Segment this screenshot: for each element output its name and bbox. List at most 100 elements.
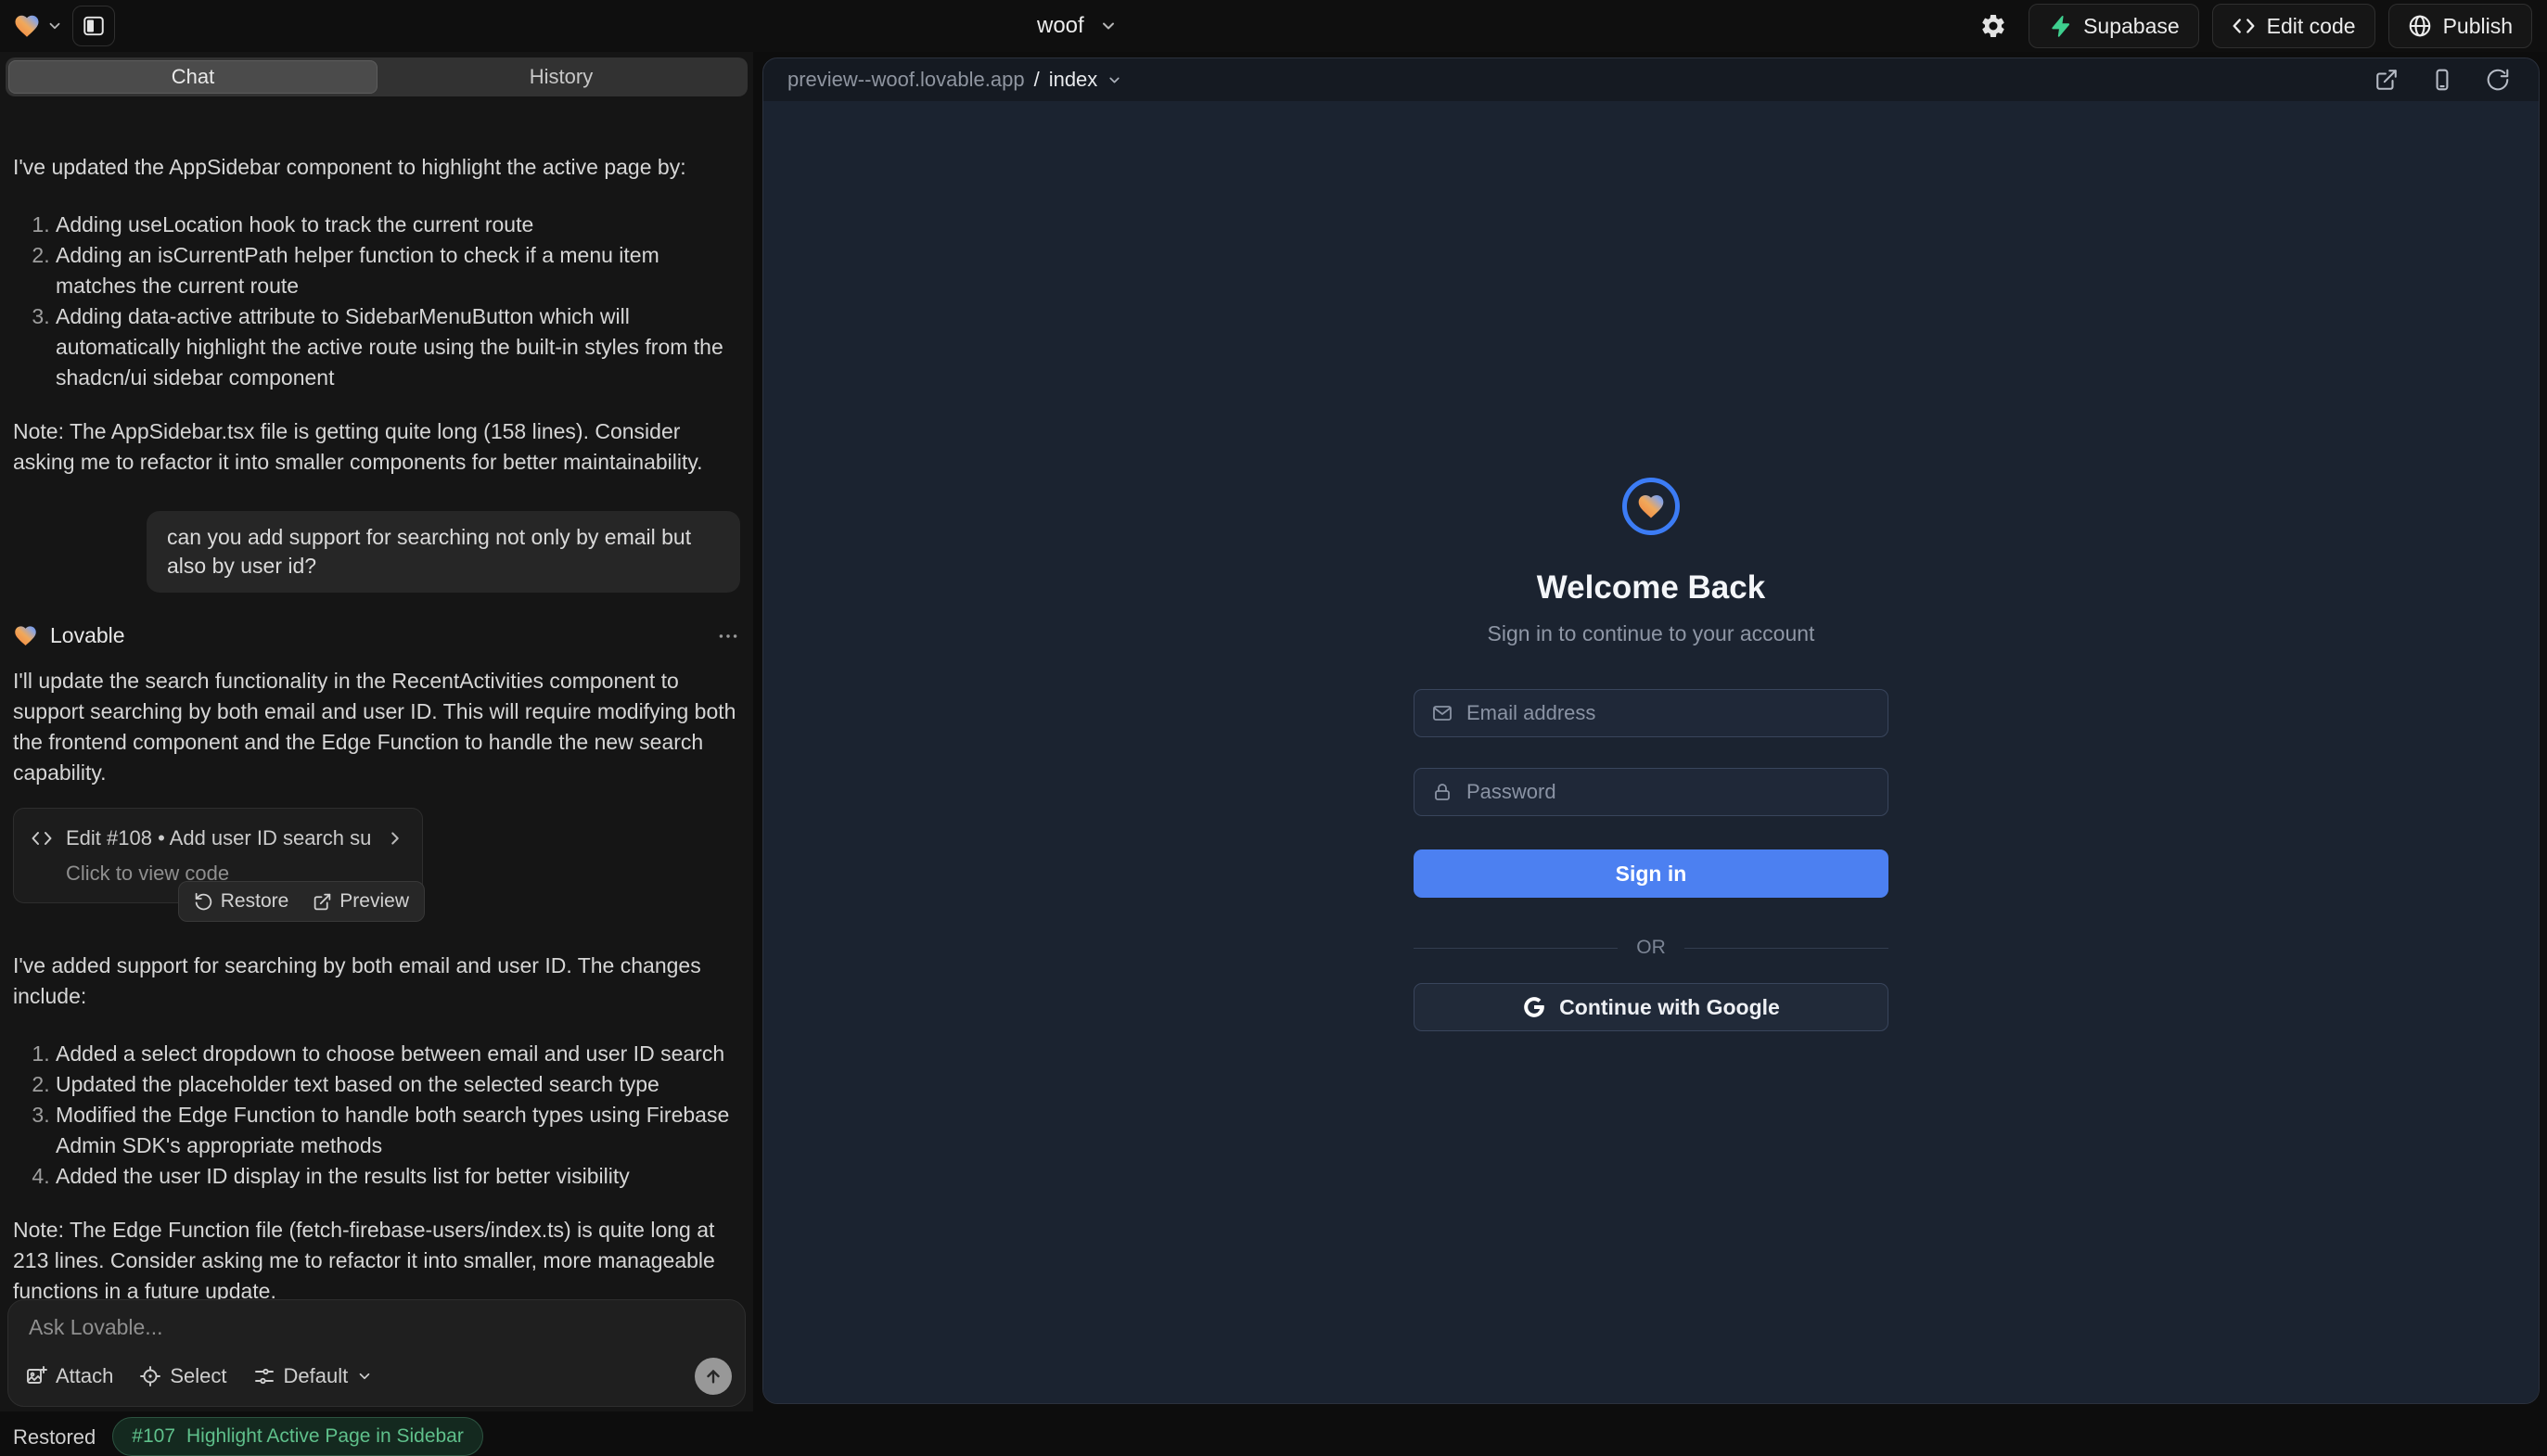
mobile-icon	[2430, 68, 2454, 92]
lovable-logo-menu-button[interactable]	[13, 12, 63, 40]
preview-header: preview--woof.lovable.app / index	[763, 58, 2539, 101]
publish-button[interactable]: Publish	[2388, 4, 2532, 48]
chevron-down-icon	[1107, 72, 1122, 88]
supabase-icon	[2048, 14, 2072, 38]
assistant-header: Lovable	[13, 620, 740, 651]
mode-selector-label: Default	[284, 1364, 349, 1388]
attach-button-label: Attach	[56, 1364, 113, 1388]
composer: Attach Select Default	[7, 1299, 746, 1407]
lovable-heart-icon	[13, 623, 38, 648]
attach-button[interactable]: Attach	[25, 1364, 113, 1388]
refresh-button[interactable]	[2481, 63, 2515, 96]
project-title: woof	[1037, 13, 1084, 39]
open-in-new-tab-button[interactable]	[2370, 63, 2403, 96]
restored-version-badge[interactable]: #107 Highlight Active Page in Sidebar	[112, 1417, 483, 1456]
chat-message-list: I've updated the AppSidebar component to…	[13, 147, 740, 1296]
restore-button[interactable]: Restore	[194, 890, 289, 913]
code-icon	[31, 827, 53, 849]
assistant-note: Note: The AppSidebar.tsx file is getting…	[13, 416, 740, 478]
email-field-wrap	[1414, 689, 1888, 737]
send-button[interactable]	[695, 1358, 732, 1395]
refresh-icon	[2486, 68, 2510, 92]
select-element-button[interactable]: Select	[139, 1364, 226, 1388]
preview-url-dropdown[interactable]: preview--woof.lovable.app / index	[787, 68, 1122, 92]
tab-history[interactable]: History	[378, 60, 745, 94]
restored-label: Restored	[13, 1422, 96, 1452]
restored-version-title: Highlight Active Page in Sidebar	[186, 1425, 464, 1448]
assistant-ordered-list: Added a select dropdown to choose betwee…	[13, 1039, 740, 1192]
code-icon	[2232, 14, 2256, 38]
globe-icon	[2408, 14, 2432, 38]
list-item: Added the user ID display in the results…	[56, 1161, 740, 1192]
signin-card: Welcome Back Sign in to continue to your…	[1414, 101, 1888, 1031]
app-logo	[1622, 478, 1680, 535]
publish-button-label: Publish	[2443, 14, 2513, 39]
message-options-button[interactable]	[716, 624, 740, 648]
chevron-down-icon	[356, 1368, 373, 1385]
list-item: Added a select dropdown to choose betwee…	[56, 1039, 740, 1069]
restore-icon	[194, 892, 213, 912]
sidebar-toggle-icon	[82, 14, 106, 38]
lovable-heart-icon	[13, 12, 41, 40]
or-divider: OR	[1414, 937, 1888, 959]
google-signin-button[interactable]: Continue with Google	[1414, 983, 1888, 1031]
attach-icon	[25, 1365, 47, 1387]
list-item: Modified the Edge Function to handle bot…	[56, 1100, 740, 1161]
divider-line	[1684, 948, 1888, 949]
preview-url-separator: /	[1034, 68, 1040, 92]
edit-card-title: Edit #108 • Add user ID search supp...	[66, 823, 372, 853]
supabase-button-label: Supabase	[2083, 14, 2180, 39]
signin-subtitle: Sign in to continue to your account	[1488, 621, 1815, 646]
password-field[interactable]	[1466, 780, 1871, 804]
dots-horizontal-icon	[716, 624, 740, 648]
chat-panel: Chat History I've updated the AppSidebar…	[0, 52, 753, 1411]
password-field-wrap	[1414, 768, 1888, 816]
edit-code-button[interactable]: Edit code	[2212, 4, 2375, 48]
gear-icon	[1979, 12, 2007, 40]
divider-line	[1414, 948, 1618, 949]
chevron-right-icon	[385, 828, 405, 849]
preview-button-label: Preview	[339, 890, 409, 913]
signin-button[interactable]: Sign in	[1414, 849, 1888, 898]
mode-selector-button[interactable]: Default	[253, 1364, 374, 1388]
arrow-up-icon	[703, 1366, 723, 1386]
restored-row: Restored #107 Highlight Active Page in S…	[13, 1417, 740, 1456]
project-title-dropdown[interactable]: woof	[1037, 0, 1118, 52]
lock-icon	[1431, 781, 1453, 803]
settings-button[interactable]	[1971, 4, 2016, 48]
sliders-icon	[253, 1365, 275, 1387]
mail-icon	[1431, 702, 1453, 724]
restored-version-id: #107	[132, 1425, 175, 1448]
edit-card-container: Edit #108 • Add user ID search supp... C…	[13, 808, 423, 903]
google-icon	[1522, 995, 1546, 1019]
top-bar: woof Supabase Edit code Publish	[0, 0, 2547, 52]
mobile-view-button[interactable]	[2425, 63, 2459, 96]
chat-input[interactable]	[29, 1315, 724, 1356]
preview-button[interactable]: Preview	[313, 890, 409, 913]
user-message-bubble: can you add support for searching not on…	[147, 511, 740, 593]
list-item: Adding useLocation hook to track the cur…	[56, 210, 740, 240]
edit-code-button-label: Edit code	[2267, 14, 2356, 39]
restore-button-label: Restore	[221, 890, 289, 913]
assistant-paragraph: I've added support for searching by both…	[13, 951, 740, 1012]
supabase-button[interactable]: Supabase	[2029, 4, 2199, 48]
list-item: Adding an isCurrentPath helper function …	[56, 240, 740, 301]
preview-panel: preview--woof.lovable.app / index	[762, 57, 2540, 1404]
assistant-paragraph: I'll update the search functionality in …	[13, 666, 740, 788]
assistant-paragraph: I've updated the AppSidebar component to…	[13, 152, 740, 183]
or-divider-label: OR	[1636, 937, 1666, 959]
select-button-label: Select	[170, 1364, 226, 1388]
chat-history-tabs: Chat History	[6, 57, 748, 96]
list-item: Updated the placeholder text based on th…	[56, 1069, 740, 1100]
edit-card-actions: Restore Preview	[178, 881, 425, 922]
google-signin-label: Continue with Google	[1559, 995, 1780, 1020]
sidebar-toggle-button[interactable]	[72, 6, 115, 46]
tab-chat[interactable]: Chat	[8, 60, 378, 94]
chevron-down-icon	[46, 18, 63, 34]
chevron-down-icon	[1099, 17, 1118, 35]
external-link-icon	[313, 892, 332, 912]
assistant-name: Lovable	[50, 620, 125, 651]
assistant-note: Note: The Edge Function file (fetch-fire…	[13, 1215, 740, 1307]
email-field[interactable]	[1466, 701, 1871, 725]
preview-iframe: Welcome Back Sign in to continue to your…	[763, 101, 2539, 1403]
